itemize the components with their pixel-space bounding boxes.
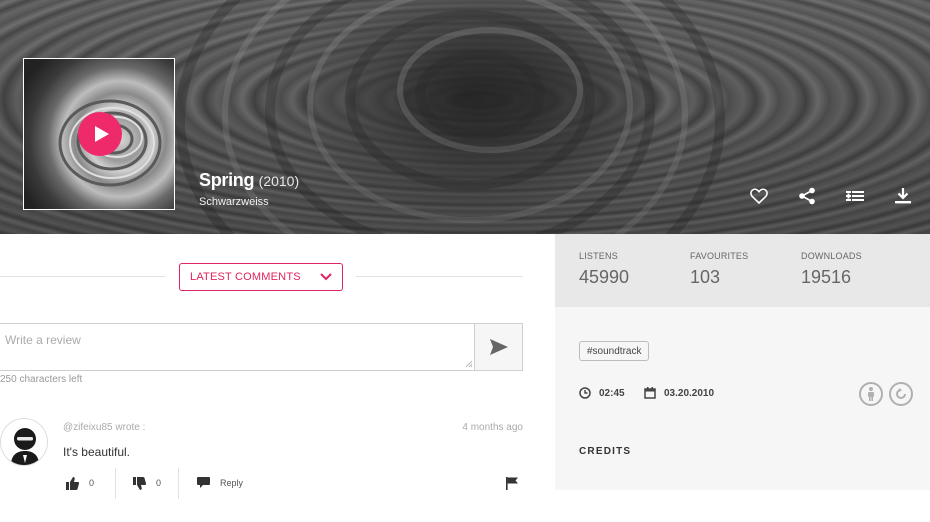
send-review-button[interactable] xyxy=(474,323,523,371)
avatar[interactable] xyxy=(0,418,48,466)
stat-label: LISTENS xyxy=(579,251,618,261)
download-button[interactable] xyxy=(894,184,930,208)
stat-value: 19516 xyxy=(801,267,852,287)
add-to-playlist-icon xyxy=(846,191,864,201)
track-year: (2010) xyxy=(258,173,300,189)
reply-label: Reply xyxy=(220,478,244,488)
track-actions xyxy=(750,184,930,208)
stat-value: 103 xyxy=(690,267,721,287)
stat-label: FAVOURITES xyxy=(690,251,749,261)
track-hero-banner: Spring (2010) Schwarzweiss xyxy=(0,0,930,234)
resize-grip-icon[interactable] xyxy=(465,360,473,368)
track-duration: 02:45 xyxy=(579,387,625,399)
clock-icon xyxy=(579,387,591,399)
license-attribution[interactable] xyxy=(859,382,883,406)
duration-value: 02:45 xyxy=(599,387,625,399)
divider xyxy=(0,276,166,277)
chars-left-counter: 250 characters left xyxy=(0,374,83,385)
report-button[interactable] xyxy=(506,468,519,498)
dislike-count: 0 xyxy=(156,478,162,488)
date-value: 03.20.2010 xyxy=(664,387,715,399)
comments-header: LATEST COMMENTS xyxy=(0,263,523,291)
artist-name[interactable]: Schwarzweiss xyxy=(199,196,269,208)
review-input-wrapper xyxy=(0,323,475,371)
reply-icon xyxy=(197,477,210,488)
comment-author[interactable]: @zifeixu85 wrote : xyxy=(63,422,145,433)
track-name: Spring xyxy=(199,170,255,190)
like-count: 0 xyxy=(89,478,95,488)
share-icon xyxy=(799,187,815,205)
release-date: 03.20.2010 xyxy=(644,387,714,399)
play-button[interactable] xyxy=(78,112,122,156)
stat-favourites: FAVOURITES 103 xyxy=(690,251,748,288)
stat-label: DOWNLOADS xyxy=(801,251,862,261)
album-cover[interactable] xyxy=(23,58,175,210)
divider xyxy=(356,276,523,277)
dislike-button[interactable]: 0 xyxy=(133,468,161,498)
license-share-alike[interactable] xyxy=(889,382,913,406)
review-input[interactable] xyxy=(0,324,475,370)
person-icon xyxy=(868,387,874,401)
divider xyxy=(178,468,179,499)
share-alike-icon xyxy=(896,388,906,399)
track-details: #soundtrack 02:45 03.20.2010 CREDITS xyxy=(555,307,930,490)
tag-soundtrack[interactable]: #soundtrack xyxy=(579,341,650,361)
calendar-icon xyxy=(644,387,656,399)
download-icon xyxy=(895,188,911,204)
share-button[interactable] xyxy=(798,184,846,208)
user-avatar-icon xyxy=(11,428,39,465)
send-icon xyxy=(489,339,508,355)
credits-heading: CREDITS xyxy=(579,446,632,457)
comments-sort-dropdown[interactable]: LATEST COMMENTS xyxy=(179,263,343,291)
reply-button[interactable]: Reply xyxy=(197,468,243,498)
like-button[interactable]: 0 xyxy=(66,468,94,498)
thumbs-up-icon xyxy=(66,476,79,490)
track-stats: LISTENS 45990 FAVOURITES 103 DOWNLOADS 1… xyxy=(555,234,930,307)
divider xyxy=(115,468,116,499)
stat-listens: LISTENS 45990 xyxy=(579,251,629,288)
comment-actions: 0 0 Reply xyxy=(63,468,523,499)
play-icon xyxy=(94,126,109,142)
thumbs-down-icon xyxy=(133,476,146,490)
comment-timestamp: 4 months ago xyxy=(462,422,523,433)
flag-icon xyxy=(506,476,518,490)
comment-text: It's beautiful. xyxy=(63,445,130,459)
stat-downloads: DOWNLOADS 19516 xyxy=(801,251,862,288)
chevron-down-icon xyxy=(320,273,332,281)
track-title: Spring (2010) xyxy=(199,170,299,191)
comments-sort-label: LATEST COMMENTS xyxy=(190,271,301,283)
add-to-playlist-button[interactable] xyxy=(846,184,894,208)
favourite-button[interactable] xyxy=(750,184,798,208)
stat-value: 45990 xyxy=(579,267,630,287)
heart-icon xyxy=(750,188,768,204)
